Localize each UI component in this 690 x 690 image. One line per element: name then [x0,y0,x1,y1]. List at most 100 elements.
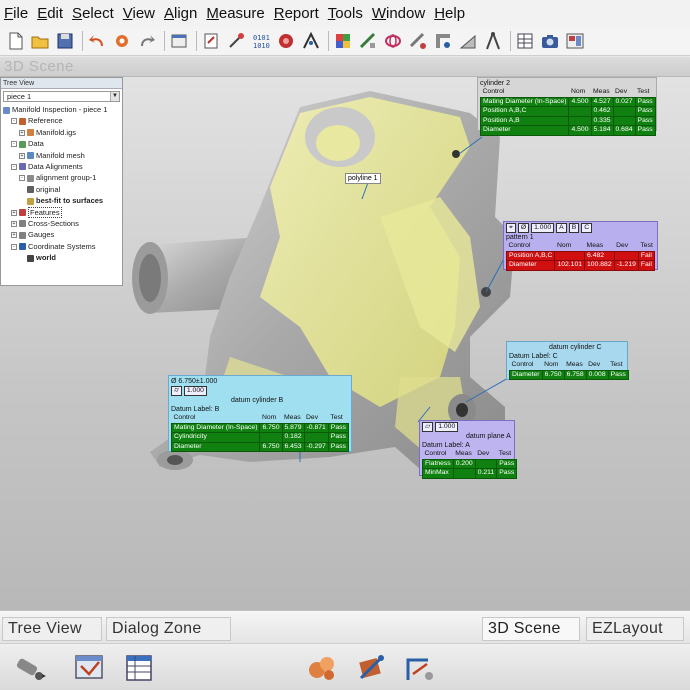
table-header-cell: Dev [588,361,601,368]
table-cell: 6.758 [563,369,587,380]
probe-icon[interactable] [225,30,246,52]
point-cloud-icon[interactable] [275,30,296,52]
tree-item[interactable]: - Data Alignments [1,161,122,172]
save-icon[interactable] [54,30,75,52]
menu-window[interactable]: Window [372,5,425,22]
callout-pattern-1[interactable]: ⌖ Ø 1.000 A B C pattern 1 Control Nom Meas Dev Te… [503,221,658,271]
callout-cylinder-2[interactable]: cylinder 2 Control Nom Meas Dev Test Mating D… [477,77,657,136]
dialog-tool-icon[interactable] [70,650,110,686]
table-cell: 0.182 [281,432,305,443]
table-header-cell: Test [610,361,623,368]
feature-control-frame: ⌖ Ø 1.000 A B C [506,223,655,233]
import-icon[interactable] [200,30,221,52]
binary-icon[interactable]: 0101 1010 [250,30,271,52]
redo-icon[interactable] [136,30,157,52]
tab-tree-view[interactable]: Tree View [2,617,102,641]
feature-tool-icon[interactable] [302,650,342,686]
callout-table: Control Nom Meas Dev Test Mating Diameter (In… [170,414,349,452]
tree-item[interactable]: - Reference [1,115,122,126]
table-tool-icon[interactable] [120,650,160,686]
menu-view[interactable]: View [123,5,155,22]
tree-item[interactable]: + Gauges [1,229,122,240]
menu-tools[interactable]: Tools [328,5,363,22]
section-icon[interactable] [407,30,428,52]
table-cell [568,106,592,117]
tree-item[interactable]: Manifold Inspection - piece 1 [1,104,122,115]
callout-datum-cylinder-b[interactable]: Ø 6.750±1.000 ⌭ 1.000 datum cylinder B Da… [168,375,352,452]
tree-item[interactable]: + Cross-Sections [1,218,122,229]
menu-file[interactable]: File [4,5,28,22]
layout-icon[interactable] [564,30,585,52]
tree-item[interactable]: world [1,252,122,263]
menu-select[interactable]: Select [72,5,114,22]
settings-icon[interactable] [111,30,132,52]
tree-item-label: Features [28,206,62,218]
collapse-icon[interactable]: - [11,163,17,170]
fcf-cell: 1.000 [435,422,459,432]
menu-help[interactable]: Help [434,5,465,22]
tree-item[interactable]: + Manifold mesh [1,150,122,161]
expand-icon[interactable]: + [11,232,17,239]
callout-datum-cylinder-c[interactable]: datum cylinder C Datum Label: C Control N… [506,341,629,380]
table-cell: Pass [496,468,518,479]
table-header-cell: Meas [284,414,301,421]
piece-selector[interactable]: piece 1 ▼ [3,91,120,102]
tree-node-icon [19,117,26,125]
fcf-cell: B [568,223,580,233]
menu-edit[interactable]: Edit [37,5,63,22]
fcf-cell: 1.000 [183,386,207,396]
color-map-icon[interactable] [332,30,353,52]
measure-tool-icon[interactable] [400,650,440,686]
fcf-cell: Ø [517,223,530,233]
tree-node-icon [27,197,34,205]
tab-ezlayout[interactable]: EZLayout [586,617,684,641]
undo-icon[interactable] [86,30,107,52]
expand-icon[interactable]: + [11,209,17,216]
fcf-cell: A [556,223,567,233]
tree-item[interactable]: + Manifold.igs [1,127,122,138]
tree-item[interactable]: - Data [1,138,122,149]
table-cell: Position A,B [479,115,570,126]
table-cell: Cylindricity [170,432,261,443]
expand-icon[interactable]: + [11,220,17,227]
surface-icon[interactable] [382,30,403,52]
tab-3d-scene[interactable]: 3D Scene [482,617,580,641]
table-cell: Position A,B,C [479,106,570,117]
open-icon[interactable] [29,30,50,52]
chevron-down-icon[interactable]: ▼ [110,92,119,101]
report-icon[interactable] [168,30,189,52]
collapse-icon[interactable]: - [11,141,17,148]
tree-item[interactable]: - Coordinate Systems [1,241,122,252]
table-icon[interactable] [514,30,535,52]
new-icon[interactable] [4,30,25,52]
menu-report[interactable]: Report [274,5,319,22]
tree-item[interactable]: original [1,184,122,195]
gauge-icon[interactable] [432,30,453,52]
collapse-icon[interactable]: - [19,175,25,182]
collapse-icon[interactable]: - [11,118,17,125]
measure-icon[interactable] [357,30,378,52]
callout-datum-plane-a[interactable]: ⏥ 1.000 datum plane A Datum Label: A Cont… [419,420,518,479]
camera-icon[interactable] [539,30,560,52]
menu-measure[interactable]: Measure [206,5,264,22]
caliper-icon[interactable] [457,30,478,52]
expand-icon[interactable]: + [19,129,25,136]
probe-tool-icon[interactable] [10,650,50,686]
alignment-tool-icon[interactable] [352,650,392,686]
table-header-cell: Test [498,450,512,457]
menu-align[interactable]: Align [164,5,197,22]
callout-polyline-1[interactable]: polyline 1 [345,173,381,184]
table-cell: -1.219 [613,260,639,271]
datum-label: Datum Label: C [509,353,558,360]
expand-icon[interactable]: + [19,152,25,159]
tab-dialog-zone[interactable]: Dialog Zone [106,617,231,641]
tree-item[interactable]: - alignment group-1 [1,172,122,183]
table-header-cell: Control [424,450,447,457]
tree-item[interactable]: + Features [1,206,122,218]
alignment-icon[interactable] [300,30,321,52]
table-header-cell: Control [511,361,534,368]
tree-item[interactable]: best-fit to surfaces [1,195,122,206]
collapse-icon[interactable]: - [11,243,17,250]
table-cell: Diameter [479,125,570,136]
compass-icon[interactable] [482,30,503,52]
